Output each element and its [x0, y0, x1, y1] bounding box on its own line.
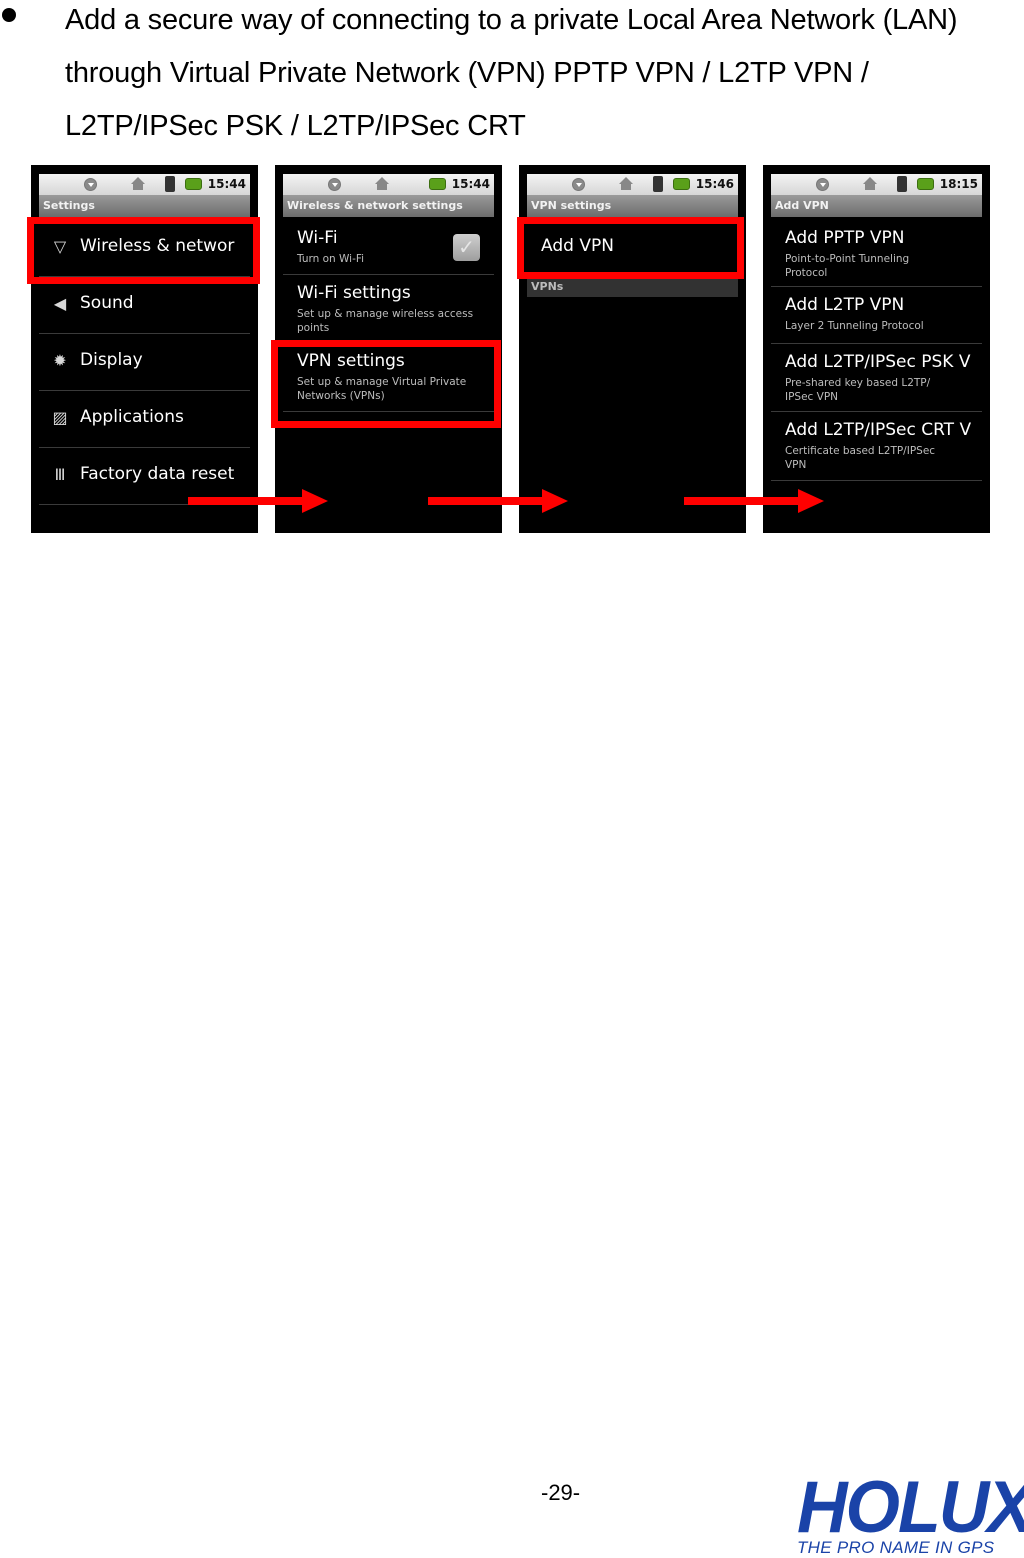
battery-icon — [917, 178, 934, 190]
menu-item-applications[interactable]: ▨ Applications — [39, 391, 250, 448]
highlight-add-vpn — [517, 217, 744, 279]
home-icon — [131, 177, 145, 190]
menu-item-display[interactable]: ✹ Display — [39, 334, 250, 391]
battery-icon — [429, 178, 446, 190]
screen-title: Wireless & network settings — [283, 195, 494, 217]
screenshot-add-vpn: 18:15 Add VPN Add PPTP VPN Point-to-Poin… — [763, 165, 990, 533]
download-icon — [816, 178, 829, 191]
page-number: -29- — [541, 1480, 581, 1505]
menu-item-add-l2tp[interactable]: Add L2TP VPN Layer 2 Tunneling Protocol — [771, 287, 982, 344]
signal-icon — [897, 176, 907, 192]
section-header-vpns: VPNs — [527, 276, 738, 297]
battery-icon — [673, 178, 690, 190]
status-time: 15:44 — [207, 177, 246, 191]
download-icon — [328, 178, 341, 191]
arrow-right-icon — [428, 489, 568, 513]
screen-title: VPN settings — [527, 195, 738, 217]
home-icon — [863, 177, 877, 190]
bullet-text: Add a secure way of connecting to a priv… — [65, 4, 958, 142]
battery-icon — [185, 178, 202, 190]
menu-item-add-l2tp-ipsec-crt[interactable]: Add L2TP/IPSec CRT V Certificate based L… — [771, 412, 982, 481]
status-time: 18:15 — [939, 177, 978, 191]
home-icon — [375, 177, 389, 190]
highlight-vpn-settings — [271, 340, 501, 428]
holux-logo: HOLUX THE PRO NAME IN GPS — [797, 1470, 1024, 1558]
menu-item-sound[interactable]: ◀ Sound — [39, 277, 250, 334]
signal-icon — [653, 176, 663, 192]
status-bar: 15:44 — [283, 174, 494, 195]
screen-title: Settings — [39, 195, 250, 217]
menu-item-wifi-settings[interactable]: Wi-Fi settings Set up & manage wireless … — [283, 275, 494, 343]
speaker-icon: ◀ — [53, 294, 67, 313]
logo-text: HOLUX — [797, 1465, 1024, 1548]
highlight-wireless — [27, 217, 260, 284]
status-bar: 15:44 — [39, 174, 250, 195]
applications-icon: ▨ — [52, 408, 68, 427]
signal-icon — [165, 176, 175, 192]
download-icon — [84, 178, 97, 191]
screen-title: Add VPN — [771, 195, 982, 217]
brightness-icon: ✹ — [53, 351, 67, 370]
home-icon — [619, 177, 633, 190]
download-icon — [572, 178, 585, 191]
menu-item-wifi[interactable]: Wi-Fi Turn on Wi-Fi ✓ — [283, 220, 494, 275]
status-bar: 18:15 — [771, 174, 982, 195]
status-time: 15:44 — [451, 177, 490, 191]
wifi-checkbox[interactable]: ✓ — [453, 234, 480, 261]
arrow-right-icon — [684, 489, 824, 513]
arrow-right-icon — [188, 489, 328, 513]
status-time: 15:46 — [695, 177, 734, 191]
menu-item-add-l2tp-ipsec-psk[interactable]: Add L2TP/IPSec PSK V Pre-shared key base… — [771, 344, 982, 412]
status-bar: 15:46 — [527, 174, 738, 195]
menu-item-add-pptp[interactable]: Add PPTP VPN Point-to-Point Tunneling Pr… — [771, 220, 982, 287]
reset-icon: Ⅲ — [54, 465, 66, 484]
bullet-icon — [2, 8, 16, 22]
